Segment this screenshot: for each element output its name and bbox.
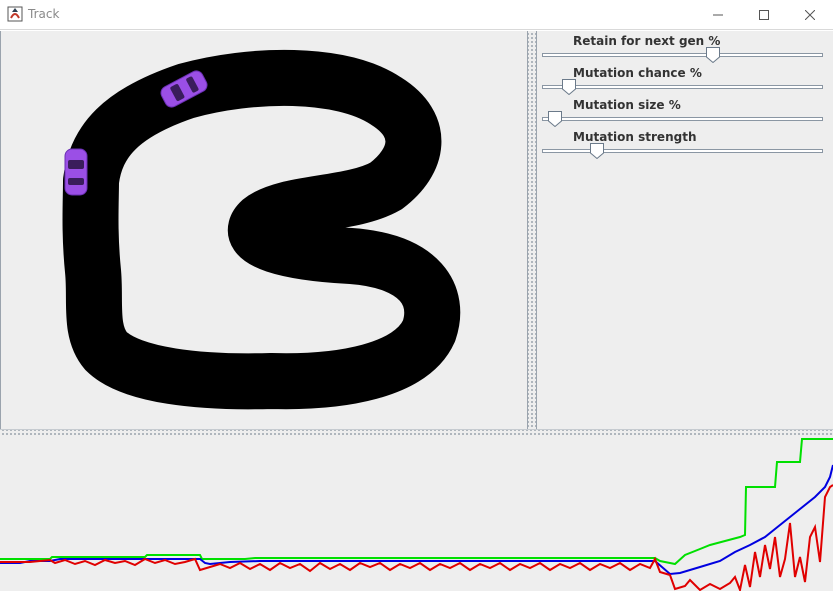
slider-thumb-mutation-strength[interactable]: [590, 143, 604, 159]
slider-label-mutation-strength: Mutation strength: [573, 130, 697, 144]
close-button[interactable]: [787, 0, 833, 30]
slider-thumb-mutation-chance[interactable]: [562, 79, 576, 95]
slider-label-mutation-size: Mutation size %: [573, 98, 681, 112]
title-bar: Track: [0, 0, 833, 30]
maximize-button[interactable]: [741, 0, 787, 30]
vertical-split-divider[interactable]: [528, 31, 536, 429]
car: [64, 148, 88, 196]
fitness-graph-panel: [0, 437, 833, 591]
maximize-icon: [759, 10, 769, 20]
window-title: Track: [28, 7, 60, 21]
slider-thumb-retain[interactable]: [706, 47, 720, 63]
slider-thumb-mutation-size[interactable]: [548, 111, 562, 127]
java-app-icon: [7, 6, 23, 22]
best-fitness-line: [0, 438, 833, 566]
slider-track-mutation-strength[interactable]: [542, 149, 823, 153]
median-fitness-line: [0, 484, 833, 591]
track-canvas: [62, 49, 461, 410]
slider-label-retain: Retain for next gen %: [573, 34, 721, 48]
race-track: [62, 49, 461, 410]
close-icon: [805, 10, 815, 20]
slider-track-mutation-size[interactable]: [542, 117, 823, 121]
horizontal-split-divider[interactable]: [0, 429, 833, 437]
slider-track-retain[interactable]: [542, 53, 823, 57]
settings-panel: Retain for next gen % Mutation chance % …: [536, 31, 833, 429]
slider-track-mutation-chance[interactable]: [542, 85, 823, 89]
slider-label-mutation-chance: Mutation chance %: [573, 66, 702, 80]
minimize-button[interactable]: [695, 0, 741, 30]
fitness-graph: [0, 438, 833, 591]
minimize-icon: [713, 14, 723, 16]
track-view: [0, 31, 528, 429]
